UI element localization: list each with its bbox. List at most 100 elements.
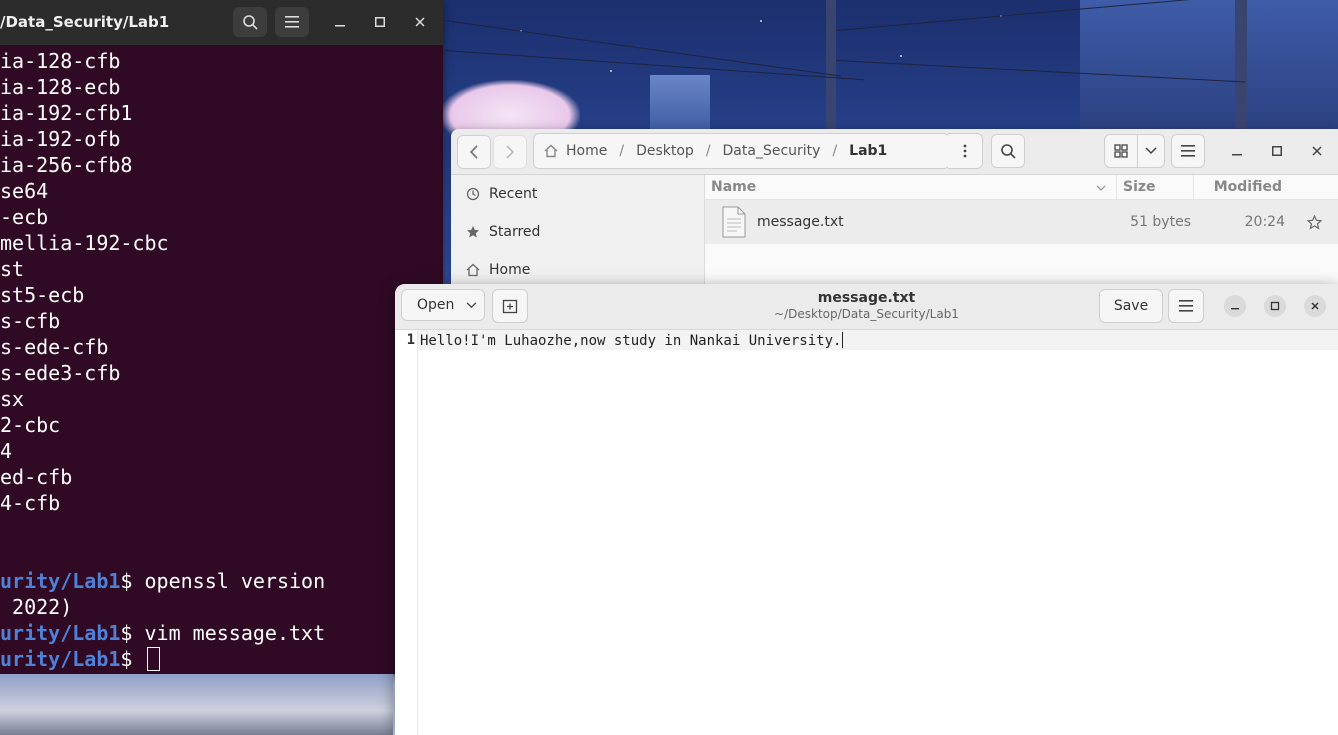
text-file-icon [721, 206, 747, 238]
minimize-icon [1232, 154, 1242, 156]
maximize-icon [1272, 146, 1282, 156]
files-sidebar: Recent Starred Home [451, 175, 705, 289]
terminal-current-line[interactable]: urity/Lab1$ [0, 646, 443, 672]
sidebar-item-starred[interactable]: Starred [451, 213, 704, 251]
terminal-command-line: urity/Lab1$ vim message.txt [0, 620, 443, 646]
clock-icon [465, 186, 481, 202]
forward-button[interactable] [493, 135, 527, 169]
files-headerbar[interactable]: Home / Desktop / Data_Security / Lab1 [451, 129, 1338, 175]
sidebar-item-label: Starred [489, 224, 541, 240]
terminal-line: ed-cfb [0, 465, 73, 489]
terminal-line: s-cfb [0, 309, 61, 333]
terminal-titlebar[interactable]: /Data_Security/Lab1 [0, 0, 443, 45]
editor-minimize-button[interactable] [1224, 295, 1246, 317]
terminal-search-button[interactable] [233, 7, 267, 37]
terminal-minimize-button[interactable] [329, 11, 351, 33]
files-window[interactable]: Home / Desktop / Data_Security / Lab1 Re… [451, 129, 1338, 289]
breadcrumb-home[interactable]: Home [564, 143, 609, 159]
terminal-output[interactable]: ia-128-cfb ia-128-ecb ia-192-cfb1 ia-192… [0, 48, 443, 674]
back-button[interactable] [457, 135, 491, 169]
column-header-label: Size [1123, 179, 1156, 195]
editor-line-text: Hello!I'm Luhaozhe,now study in Nankai U… [420, 333, 842, 349]
terminal-line: 2022) [0, 595, 73, 619]
maximize-icon [375, 17, 385, 27]
files-list-view[interactable]: Name Size Modified message.txt 51 bytes … [705, 175, 1338, 289]
file-name: message.txt [757, 214, 844, 230]
column-header-size[interactable]: Size [1116, 175, 1193, 199]
path-menu-button[interactable] [948, 133, 983, 169]
breadcrumb-separator: / [619, 143, 625, 159]
view-options-button[interactable] [1137, 134, 1165, 168]
minimize-icon [335, 25, 345, 27]
breadcrumb-data-security[interactable]: Data_Security [721, 143, 823, 159]
editor-maximize-button[interactable] [1264, 295, 1286, 317]
terminal-menu-button[interactable] [275, 7, 309, 37]
maximize-icon [1270, 301, 1280, 311]
chevron-down-icon [1145, 147, 1157, 155]
terminal-line: s-ede-cfb [0, 335, 109, 359]
grid-icon [1114, 144, 1128, 158]
breadcrumb-separator: / [832, 143, 838, 159]
file-size: 51 bytes [1130, 214, 1191, 230]
editor-menu-button[interactable] [1168, 289, 1204, 323]
terminal-line: sx [0, 387, 25, 411]
line-number: 1 [406, 332, 415, 348]
desktop-wallpaper-street [0, 674, 393, 735]
terminal-line: st5-ecb [0, 283, 85, 307]
terminal-line: ia-256-cfb8 [0, 153, 133, 177]
column-header-modified[interactable]: Modified [1193, 175, 1286, 199]
chevron-right-icon [506, 145, 515, 159]
hamburger-menu-icon [1181, 145, 1195, 157]
grid-view-button[interactable] [1104, 134, 1138, 168]
terminal-line: se64 [0, 179, 49, 203]
files-maximize-button[interactable] [1266, 140, 1288, 162]
text-editor-window[interactable]: Open message.txt ~/Desktop/Data_Security… [395, 284, 1338, 735]
star-toggle-icon[interactable] [1307, 214, 1322, 230]
terminal-prompt: urity/Lab1 [0, 647, 121, 671]
editor-headerbar[interactable]: Open message.txt ~/Desktop/Data_Security… [395, 284, 1338, 330]
close-icon [1312, 146, 1322, 156]
files-search-button[interactable] [991, 134, 1025, 168]
terminal-line: 4-cfb [0, 491, 61, 515]
column-header-label: Modified [1213, 179, 1282, 195]
files-close-button[interactable] [1306, 140, 1328, 162]
file-modified: 20:24 [1244, 214, 1285, 230]
terminal-dollar: $ [120, 621, 145, 645]
terminal-line: -ecb [0, 205, 49, 229]
hamburger-menu-icon [285, 16, 299, 28]
terminal-line: 2-cbc [0, 413, 61, 437]
sidebar-item-recent[interactable]: Recent [451, 175, 704, 213]
terminal-line: 4 [0, 439, 13, 463]
breadcrumb-desktop[interactable]: Desktop [634, 143, 696, 159]
close-icon [415, 17, 425, 27]
column-header-name[interactable]: Name [705, 175, 1116, 199]
terminal-line: s-ede3-cfb [0, 361, 121, 385]
terminal-dollar: $ [120, 569, 145, 593]
file-row[interactable]: message.txt 51 bytes 20:24 [705, 200, 1338, 244]
breadcrumb-lab1[interactable]: Lab1 [847, 143, 889, 159]
terminal-command: vim message.txt [144, 621, 326, 645]
editor-text-area[interactable]: Hello!I'm Luhaozhe,now study in Nankai U… [420, 332, 844, 349]
terminal-line: ia-128-ecb [0, 75, 121, 99]
terminal-close-button[interactable] [409, 11, 431, 33]
save-button[interactable]: Save [1099, 289, 1163, 323]
text-caret [842, 332, 844, 348]
files-menu-button[interactable] [1171, 134, 1205, 168]
terminal-line: ia-192-ofb [0, 127, 121, 151]
close-icon [1311, 302, 1319, 310]
editor-close-button[interactable] [1304, 295, 1326, 317]
terminal-maximize-button[interactable] [369, 11, 391, 33]
sidebar-item-label: Home [489, 262, 531, 278]
terminal-dollar: $ [120, 647, 145, 671]
vertical-dots-icon [963, 144, 967, 158]
star-icon [465, 224, 481, 240]
terminal-line: ia-192-cfb1 [0, 101, 133, 125]
terminal-line: ia-128-cfb [0, 49, 121, 73]
home-icon [465, 262, 481, 278]
breadcrumb[interactable]: Home / Desktop / Data_Security / Lab1 [533, 133, 950, 169]
files-minimize-button[interactable] [1226, 140, 1248, 162]
save-button-label: Save [1113, 298, 1149, 314]
terminal-window[interactable]: /Data_Security/Lab1 ia-128-cfb ia-128-ec… [0, 0, 443, 674]
terminal-cursor [146, 647, 160, 671]
